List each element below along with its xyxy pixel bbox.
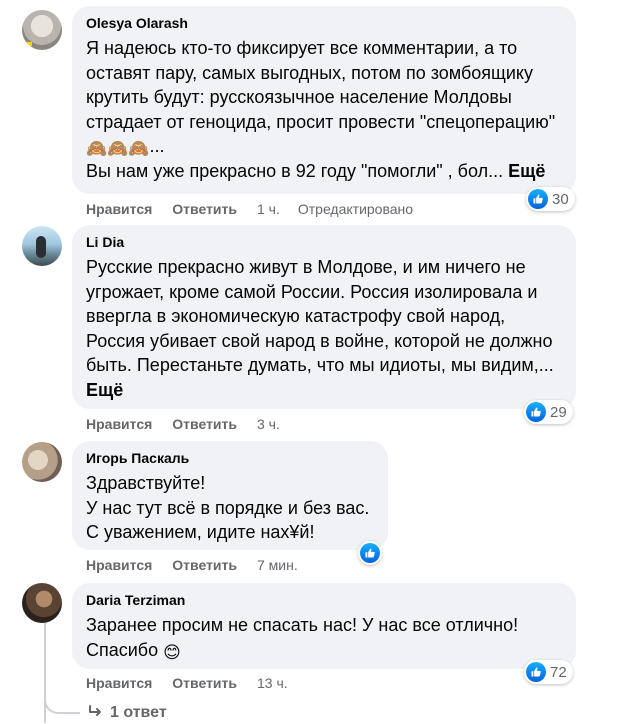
like-button[interactable]: Нравится [86,674,152,692]
avatar[interactable] [22,442,62,482]
reply-button[interactable]: Ответить [172,674,237,692]
comment-time[interactable]: 1 ч. [257,200,280,218]
avatar[interactable] [22,226,62,266]
flag-badge [26,42,32,46]
avatar[interactable] [22,10,62,50]
edited-label: Отредактировано [297,201,414,217]
comment-time[interactable]: 13 ч. [257,674,288,692]
like-button[interactable]: Нравится [86,200,152,218]
comment-actions: Нравится Ответить 13 ч. [86,674,306,692]
smile-emoji: 😊 [163,642,181,663]
reaction-count[interactable]: 30 [526,187,575,211]
like-button[interactable]: Нравится [86,556,152,574]
thumbs-up-icon [360,543,380,563]
comment-text: Заранее просим не спасать нас! У нас все… [86,613,564,663]
see-more-link[interactable]: Ещё [86,380,123,400]
reaction-number: 72 [550,663,567,681]
reaction-count[interactable] [358,541,382,565]
reply-arrow-icon [88,705,104,724]
comment-bubble: Li Dia Русские прекрасно живут в Молдове… [72,225,576,409]
comment-author[interactable]: Daria Terziman [86,591,564,610]
comment-text-main: Я надеюсь кто-то фиксирует все комментар… [86,38,556,132]
comment-time[interactable]: 7 мин. [257,556,298,574]
reaction-number: 29 [550,403,567,421]
thumbs-up-icon [526,662,546,682]
avatar-figure [36,236,46,258]
like-button[interactable]: Нравится [86,415,152,433]
reaction-count[interactable]: 29 [524,400,573,424]
comment-actions: Нравится Ответить 7 мин. [86,556,316,574]
comment-text-main: Русские прекрасно живут в Молдове, и им … [86,257,558,375]
thumbs-up-icon [528,189,548,209]
comment-author[interactable]: Olesya Olarash [86,14,564,33]
reply-button[interactable]: Ответить [172,556,237,574]
comment-author[interactable]: Li Dia [86,233,564,252]
avatar[interactable] [22,583,62,623]
view-replies-link[interactable]: 1 ответ [88,704,167,724]
comment-actions: Нравится Ответить 1 ч. Отредактировано [86,200,413,218]
comment-text: Я надеюсь кто-то фиксирует все комментар… [86,36,564,184]
emoji: 🙈🙈🙈 [86,139,150,159]
reply-button[interactable]: Ответить [172,200,237,218]
see-more-link[interactable]: Ещё [508,161,545,181]
comment-text-line2: Вы нам уже прекрасно в 92 году "помогли"… [86,161,504,181]
replies-count: 1 ответ [110,704,167,721]
comment-ellipsis: ... [149,136,165,156]
comment-author[interactable]: Игорь Паскаль [86,449,376,468]
comment-bubble: Olesya Olarash Я надеюсь кто-то фиксируе… [72,6,576,194]
thumbs-up-icon [526,402,546,422]
reply-button[interactable]: Ответить [172,415,237,433]
thread-curve [44,690,80,714]
reaction-number: 30 [552,190,569,208]
comment-actions: Нравится Ответить 3 ч. [86,415,298,433]
reaction-count[interactable]: 72 [524,660,573,684]
comment-text: Русские прекрасно живут в Молдове, и им … [86,255,564,402]
comment-text-main: Заранее просим не спасать нас! У нас все… [86,615,524,660]
comment-time[interactable]: 3 ч. [257,415,280,433]
comment-bubble: Игорь Паскаль Здравствуйте! У нас тут вс… [72,441,388,550]
comment-text: Здравствуйте! У нас тут всё в порядке и … [86,473,370,542]
comment-bubble: Daria Terziman Заранее просим не спасать… [72,583,576,669]
